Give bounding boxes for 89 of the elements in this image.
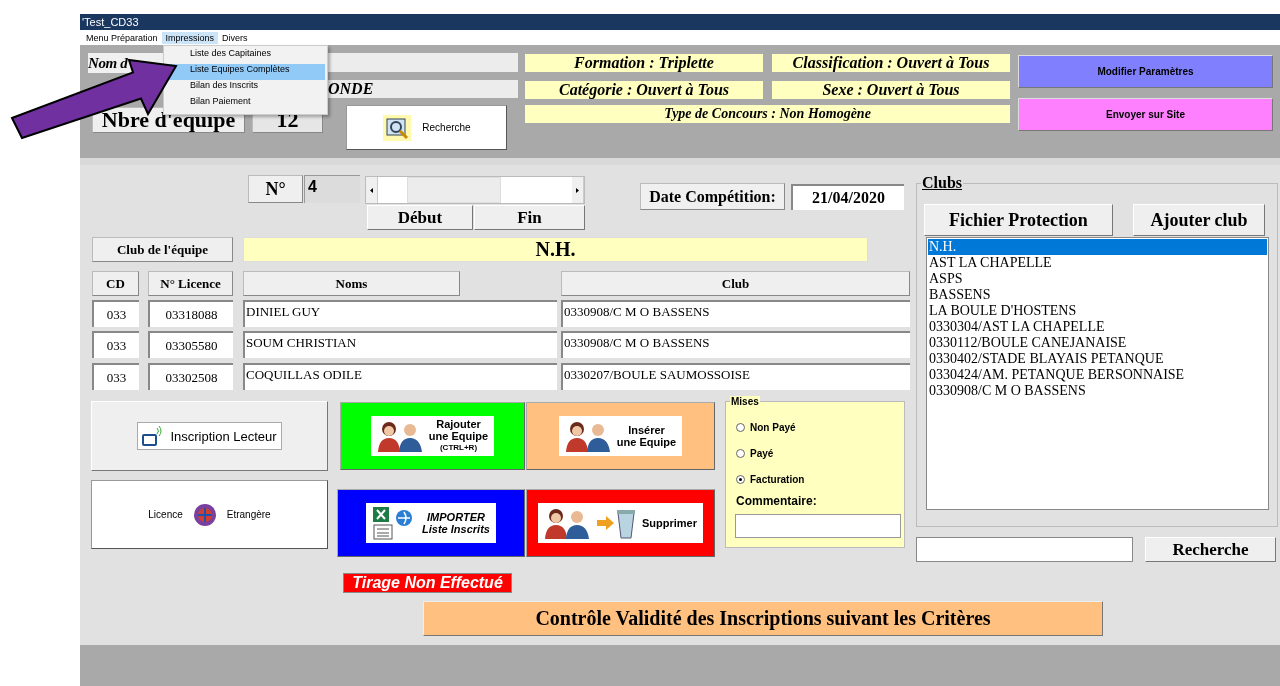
club-list-item[interactable]: 0330304/AST LA CHAPELLE — [928, 319, 1267, 335]
scrollbar[interactable] — [365, 176, 585, 204]
table-cell: 033 — [92, 331, 139, 358]
arrow-trash-icon — [596, 507, 636, 539]
button-label: Licence — [148, 509, 183, 520]
action-button[interactable]: Envoyer sur Site — [1018, 98, 1273, 131]
table-cell: DINIEL GUY — [243, 300, 557, 327]
table-cell: 033 — [92, 300, 139, 327]
tile-label: Rajouter une Equipe (CTRL+R) — [428, 418, 489, 454]
tile-label: IMPORTER Liste Inscrits — [422, 511, 490, 535]
column-header: N° Licence — [148, 271, 233, 296]
people-icon — [544, 507, 590, 539]
number-label: N° — [248, 175, 303, 203]
table-cell: 03305580 — [148, 331, 233, 358]
search-button[interactable]: Recherche — [346, 105, 507, 150]
table-cell: 03318088 — [148, 300, 233, 327]
info-label: Type de Concours : Non Homogène — [525, 105, 1010, 123]
club-list-item[interactable]: AST LA CHAPELLE — [928, 255, 1267, 271]
nav-button[interactable]: Fin — [474, 205, 585, 230]
people-icon — [564, 420, 611, 452]
tile-label: Supprimer — [642, 517, 697, 529]
radio-option[interactable]: Payé — [736, 448, 774, 459]
radio-icon[interactable] — [736, 449, 745, 458]
menu-item[interactable]: Menu Préparation — [82, 31, 162, 44]
table-cell: 0330908/C M O BASSENS — [561, 331, 910, 358]
club-list-item[interactable]: N.H. — [928, 239, 1267, 255]
tile-label: Insérer une Equipe — [616, 424, 677, 448]
window-title: 'Test_CD33 — [80, 14, 1280, 30]
radio-label: Facturation — [750, 474, 805, 485]
search-button[interactable]: Recherche — [1145, 537, 1276, 562]
button-label: Etrangère — [226, 509, 271, 520]
search-field[interactable] — [916, 537, 1133, 562]
number-field: 4 — [304, 175, 360, 203]
radio-option[interactable]: Non Payé — [736, 422, 796, 433]
left-arrow-icon — [370, 187, 373, 193]
column-header: Noms — [243, 271, 460, 296]
validate-button[interactable]: Contrôle Validité des Inscriptions suivant les Critères — [423, 601, 1103, 636]
comment-field[interactable] — [735, 514, 901, 538]
table-cell: SOUM CHRISTIAN — [243, 331, 557, 358]
group-title: Clubs — [921, 174, 964, 192]
action-tile[interactable]: Rajouter une Equipe (CTRL+R) — [340, 402, 525, 470]
globe-icon — [192, 502, 217, 527]
club-list-item[interactable]: BASSENS — [928, 287, 1267, 303]
team-club-label: Club de l'équipe — [92, 237, 233, 262]
club-list-item[interactable]: ASPS — [928, 271, 1267, 287]
table-cell: 0330908/C M O BASSENS — [561, 300, 910, 327]
column-header: CD — [92, 271, 139, 296]
action-tile[interactable]: Supprimer — [526, 489, 715, 557]
table-cell: 0330207/BOULE SAUMOSSOISE — [561, 363, 910, 390]
info-label: Catégorie : Ouvert à Tous — [525, 81, 763, 99]
club-list-item[interactable]: 0330424/AM. PETANQUE BERSONNAISE — [928, 367, 1267, 383]
dropdown-item[interactable]: Liste Equipes Complètes — [166, 64, 325, 80]
menu-item[interactable]: Divers — [218, 31, 252, 44]
radio-label: Payé — [750, 448, 774, 459]
action-tile[interactable]: IMPORTER Liste Inscrits — [337, 489, 525, 557]
radio-icon[interactable] — [736, 423, 745, 432]
info-label: Sexe : Ouvert à Tous — [772, 81, 1010, 99]
column-header: Club — [561, 271, 910, 296]
radio-option[interactable]: Facturation — [736, 474, 805, 485]
people-icon — [376, 420, 423, 452]
club-list-item[interactable]: 0330112/BOULE CANEJANAISE — [928, 335, 1267, 351]
table-cell: COQUILLAS ODILE — [243, 363, 557, 390]
foreign-licence-button[interactable]: Licence Etrangère — [91, 480, 328, 549]
reader-button[interactable]: Inscription Lecteur — [91, 401, 328, 471]
club-list-item[interactable]: 0330908/C M O BASSENS — [928, 383, 1267, 399]
club-list-item[interactable]: LA BOULE D'HOSTENS — [928, 303, 1267, 319]
book-search-icon — [382, 112, 413, 143]
table-cell: 03302508 — [148, 363, 233, 390]
nav-button[interactable]: Début — [367, 205, 473, 230]
card-reader-icon — [142, 425, 165, 447]
menu-item[interactable]: Impressions — [161, 31, 219, 44]
radio-label: Non Payé — [750, 422, 796, 433]
table-cell: 033 — [92, 363, 139, 390]
right-arrow-icon — [576, 187, 579, 193]
info-label: Classification : Ouvert à Tous — [772, 54, 1010, 72]
info-label: Formation : Triplette — [525, 54, 763, 72]
club-button[interactable]: Ajouter club — [1133, 204, 1265, 236]
club-list-item[interactable]: 0330402/STADE BLAYAIS PETANQUE — [928, 351, 1267, 367]
radio-icon[interactable] — [736, 475, 745, 484]
group-title: Mises — [730, 396, 760, 407]
club-button[interactable]: Fichier Protection — [924, 204, 1113, 236]
team-club-field: N.H. — [243, 237, 868, 262]
date-label: Date Compétition: — [640, 183, 785, 210]
date-field[interactable]: 21/04/2020 — [791, 184, 904, 210]
comment-label: Commentaire: — [736, 494, 817, 508]
action-tile[interactable]: Insérer une Equipe — [526, 402, 715, 470]
draw-status: Tirage Non Effectué — [343, 573, 512, 593]
action-button[interactable]: Modifier Paramètres — [1018, 55, 1273, 88]
reader-label: Inscription Lecteur — [170, 428, 277, 444]
